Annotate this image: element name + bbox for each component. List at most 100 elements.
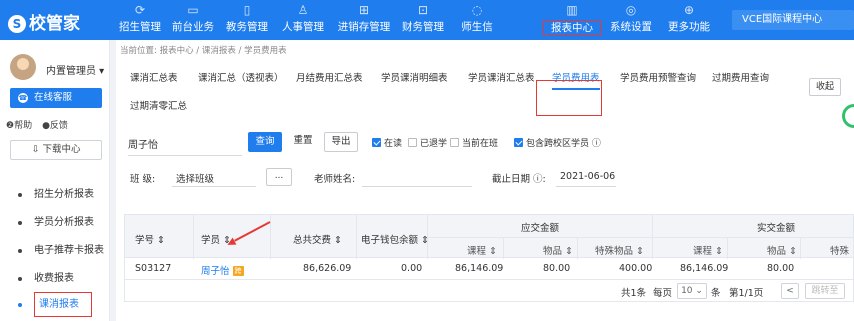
enrolled-checkbox[interactable]: 在读 <box>372 136 402 149</box>
tab-monthly-summary[interactable]: 月结费用汇总表 <box>296 70 363 84</box>
th-due-special[interactable]: 特殊物品 ⇕ <box>595 243 644 257</box>
nav-item-settings[interactable]: ◎ 系统设置 <box>605 0 657 40</box>
enrollment-icon: ⟳ <box>134 3 146 17</box>
per-page-unit: 条 <box>711 288 721 299</box>
sidebar: 内置管理员 ▾ ☎ 在线客服 ❷帮助 ●反馈 ⇩ 下载中心 招生分析报表 学员分析报… <box>0 40 110 321</box>
cell-student-no: S03127 <box>135 263 172 274</box>
divider <box>727 237 728 259</box>
tab-expired-clear-summary[interactable]: 过期清零汇总 <box>130 98 187 112</box>
nav-item-enrollment[interactable]: ⟳ 招生管理 <box>115 0 165 40</box>
checkbox-icon <box>514 138 523 147</box>
nav-label: 更多功能 <box>668 21 710 33</box>
bullet-icon <box>18 221 22 225</box>
cell-student[interactable]: 周子怡跨 <box>201 263 244 277</box>
student-link[interactable]: 周子怡 <box>201 266 230 277</box>
chat-icon: ◌ <box>471 3 483 17</box>
withdrawn-checkbox[interactable]: 已退学 <box>408 136 447 149</box>
nav-item-more[interactable]: ⊕ 更多功能 <box>663 0 715 40</box>
per-page-label: 每页 <box>653 288 673 299</box>
divider <box>193 215 194 259</box>
th-wallet-balance[interactable]: 电子钱包余额 ⇕ <box>361 232 429 246</box>
phone-icon: ☎ <box>18 93 28 103</box>
table-header: 学号 ⇕ 学员 ⇕ 总共交费 ⇕ 电子钱包余额 ⇕ 应交金额 实交金额 课程 ⇕… <box>124 214 854 259</box>
th-due-course[interactable]: 课程 ⇕ <box>467 243 497 257</box>
sidebar-item-label: 招生分析报表 <box>34 189 94 200</box>
nav-item-messages[interactable]: ◌ 师生信 <box>455 0 499 40</box>
prev-page-button[interactable]: < <box>781 283 799 299</box>
reset-button[interactable]: 重置 <box>288 132 318 152</box>
nav-item-front-desk[interactable]: ▭ 前台业务 <box>167 0 219 40</box>
collapse-button[interactable]: 收起 <box>809 78 841 96</box>
campus-selector[interactable]: VCE国际课程中心 <box>732 10 854 30</box>
class-picker-button[interactable]: ... <box>266 168 292 186</box>
th-total-paid[interactable]: 总共交费 ⇕ <box>293 232 342 246</box>
finance-icon: ⊡ <box>417 3 429 17</box>
tab-fee-warning[interactable]: 学员费用预警查询 <box>620 70 696 84</box>
sidebar-item-label: 收费报表 <box>34 273 74 284</box>
student-search-input[interactable]: 周子怡 <box>128 136 242 156</box>
logo[interactable]: S 校管家 <box>8 9 80 34</box>
deadline-input[interactable]: 2021-06-06 <box>560 171 615 182</box>
nav-label: 报表中心 <box>543 20 601 36</box>
bullet-icon <box>18 277 22 281</box>
cross-campus-checkbox[interactable]: 包含跨校区学员 ⓘ <box>514 136 601 149</box>
tab-student-consumption-summary[interactable]: 学员课消汇总表 <box>468 70 535 84</box>
report-icon: ▥ <box>566 3 578 17</box>
avatar <box>10 54 36 80</box>
feedback-link[interactable]: ●反馈 <box>42 121 68 131</box>
cell-wallet: 0.00 <box>401 263 423 274</box>
divider <box>503 237 504 259</box>
nav-label: 招生管理 <box>119 21 161 33</box>
help-link[interactable]: ❷帮助 <box>6 121 32 131</box>
pagination: 共1条 每页 10 ⌄ 条 第1/1页 < 跳转至 <box>124 280 854 302</box>
divider <box>800 237 801 259</box>
tab-student-consumption-detail[interactable]: 学员课消明细表 <box>381 70 448 84</box>
table-row: S03127 周子怡跨 86,626.09 0.00 86,146.09 80.… <box>124 258 854 280</box>
admin-name: 内置管理员 ▾ <box>46 66 105 77</box>
export-button[interactable]: 导出 <box>324 132 358 152</box>
nav-item-finance[interactable]: ⊡ 财务管理 <box>397 0 449 40</box>
tab-consumption-pivot[interactable]: 课消汇总（透视表） <box>198 70 284 84</box>
nav-label: 财务管理 <box>402 21 444 33</box>
sidebar-item-ecard-report[interactable]: 电子推荐卡报表 <box>0 242 110 260</box>
per-page-select[interactable]: 10 ⌄ <box>677 283 707 299</box>
sidebar-item-fee-report[interactable]: 收费报表 <box>0 270 110 288</box>
divider <box>427 237 854 238</box>
teacher-input[interactable] <box>362 186 472 187</box>
tab-expired-fee[interactable]: 过期费用查询 <box>712 70 769 84</box>
sidebar-item-enrollment-report[interactable]: 招生分析报表 <box>0 186 110 204</box>
th-paid-goods[interactable]: 物品 ⇕ <box>767 243 797 257</box>
help-feedback-row: ❷帮助 ●反馈 <box>6 118 78 131</box>
float-widget[interactable] <box>842 104 854 128</box>
nav-item-inventory[interactable]: ⊞ 进销存管理 <box>333 0 395 40</box>
bullet-icon <box>18 303 22 307</box>
nav-item-reports[interactable]: ▥ 报表中心 <box>543 0 601 40</box>
th-student-no[interactable]: 学号 ⇕ <box>135 232 165 246</box>
class-select[interactable]: 选择班级 <box>176 171 214 185</box>
more-icon: ⊕ <box>683 3 695 17</box>
checkbox-label: 在读 <box>384 139 403 149</box>
sidebar-item-student-report[interactable]: 学员分析报表 <box>0 214 110 232</box>
current-class-checkbox[interactable]: 当前在班 <box>450 136 498 149</box>
download-center-button[interactable]: ⇩ 下载中心 <box>10 140 102 160</box>
online-service-button[interactable]: ☎ 在线客服 <box>10 88 102 108</box>
nav-label: 人事管理 <box>282 21 324 33</box>
logo-text: 校管家 <box>29 14 80 34</box>
gear-icon: ◎ <box>625 3 637 17</box>
cell-total-paid: 86,626.09 <box>303 263 352 274</box>
th-paid-course[interactable]: 课程 ⇕ <box>693 243 723 257</box>
sidebar-item-consumption-report[interactable]: 课消报表 <box>0 292 110 317</box>
page-indicator: 第1/1页 <box>729 288 764 299</box>
th-paid-special[interactable]: 特殊 <box>830 243 849 257</box>
tab-consumption-summary[interactable]: 课消汇总表 <box>130 70 178 84</box>
query-button[interactable]: 查询 <box>248 132 282 152</box>
th-amount-paid: 实交金额 <box>757 223 796 234</box>
nav-item-academic[interactable]: ▯ 教务管理 <box>221 0 273 40</box>
nav-item-hr[interactable]: ♙ 人事管理 <box>277 0 329 40</box>
top-navbar: S 校管家 ⟳ 招生管理 ▭ 前台业务 ▯ 教务管理 ♙ 人事管理 ⊞ 进销存管理 ⊡ 财务管… <box>0 0 854 40</box>
total-count: 共1条 <box>621 288 647 299</box>
main-content: 当前位置: 报表中心 / 课消报表 / 学员费用表 课消汇总表 课消汇总（透视表… <box>116 40 854 321</box>
th-due-goods[interactable]: 物品 ⇕ <box>543 243 573 257</box>
nav-label: 进销存管理 <box>337 21 391 33</box>
goto-page-input[interactable]: 跳转至 <box>805 283 845 299</box>
